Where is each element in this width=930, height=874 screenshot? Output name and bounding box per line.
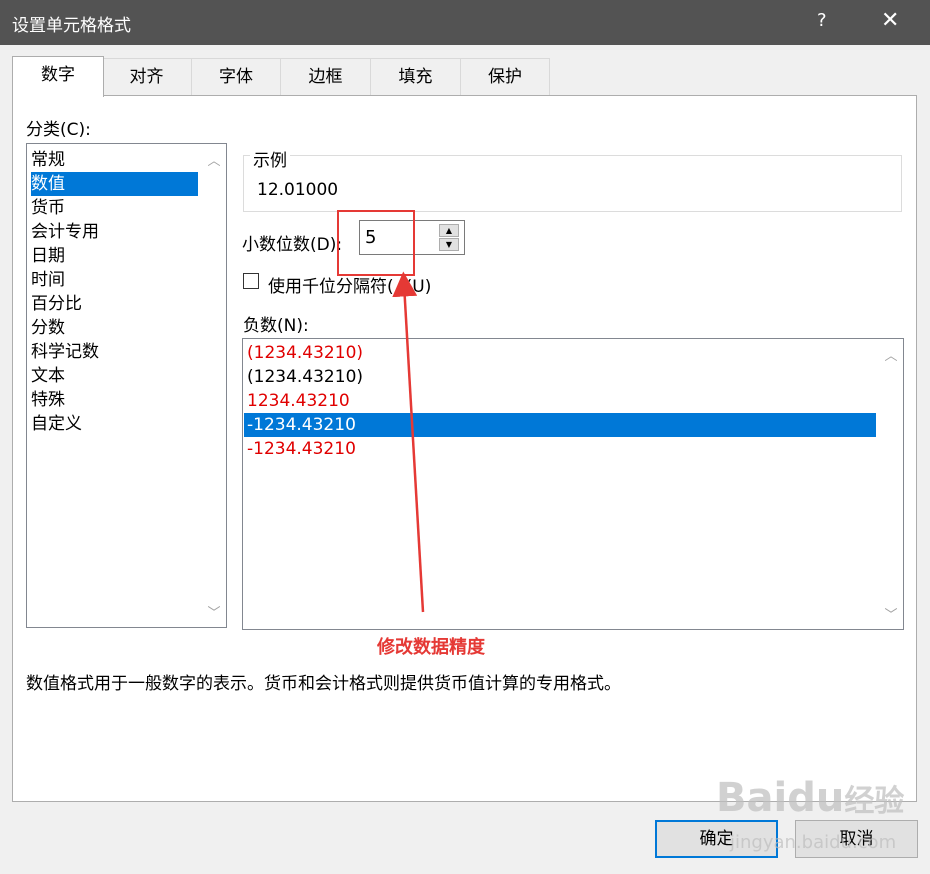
- annotation-arrow-icon: [392, 271, 425, 613]
- annotation-text: 修改数据精度: [377, 637, 485, 658]
